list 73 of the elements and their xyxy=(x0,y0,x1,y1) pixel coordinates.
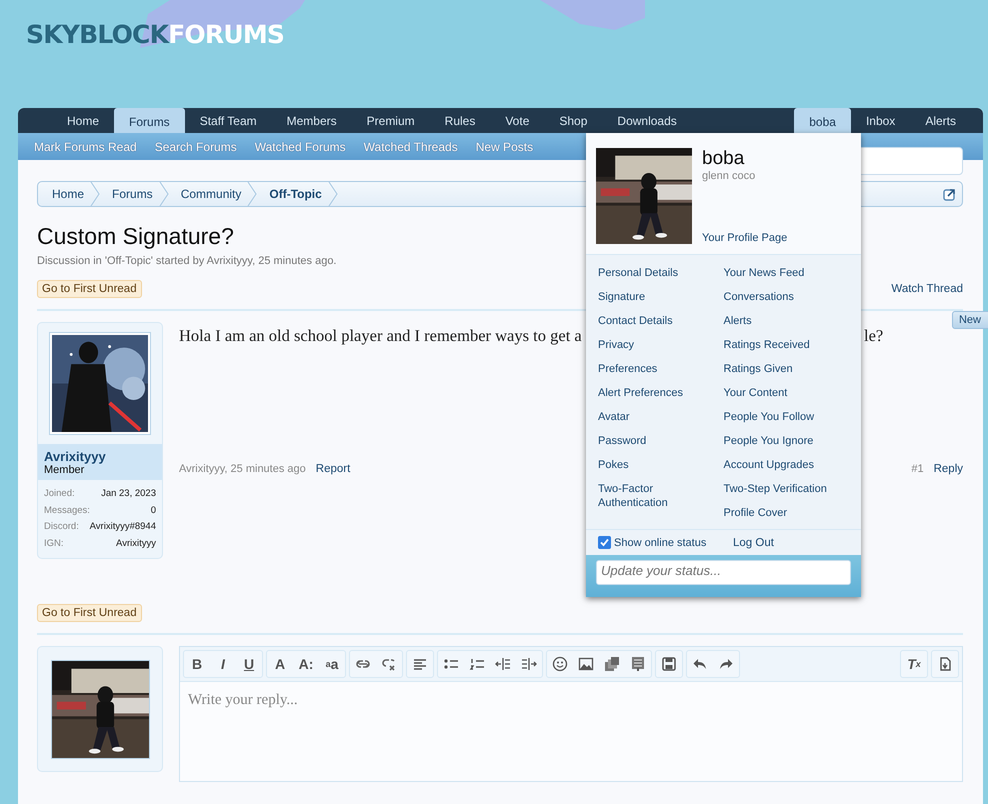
online-checkbox[interactable] xyxy=(598,536,611,549)
menu-link[interactable]: Alerts xyxy=(724,309,849,333)
menu-link[interactable]: Profile Cover xyxy=(724,501,849,525)
nav-tab[interactable]: Staff Team xyxy=(184,108,272,133)
menu-link[interactable]: Ratings Given xyxy=(724,357,849,381)
menu-link[interactable]: Two-Step Verification xyxy=(724,477,849,501)
popup-icon[interactable] xyxy=(943,188,956,200)
username-link[interactable]: Avrixityyy xyxy=(44,449,156,464)
nav-tab[interactable]: boba xyxy=(794,108,851,133)
format-button[interactable]: I xyxy=(210,651,236,677)
stat-label: Joined: xyxy=(44,487,75,501)
menu-link[interactable]: Avatar xyxy=(598,405,698,429)
menu-link[interactable]: People You Follow xyxy=(724,405,849,429)
breadcrumb-link[interactable]: Home xyxy=(42,182,102,206)
menu-link[interactable]: Contact Details xyxy=(598,309,698,333)
menu-link[interactable]: Privacy xyxy=(598,333,698,357)
stat-value: Avrixityyy#8944 xyxy=(90,520,156,534)
stat-label: IGN: xyxy=(44,536,64,550)
menu-link[interactable]: Your News Feed xyxy=(724,261,849,285)
first-unread-button[interactable]: Go to First Unread xyxy=(37,280,142,298)
nav-tab[interactable]: Home xyxy=(52,108,114,133)
menu-link[interactable]: Signature xyxy=(598,285,698,309)
checkbox-label: Show online status xyxy=(614,536,706,548)
status-field[interactable]: Update your status... xyxy=(596,560,851,585)
format-button[interactable]: A: xyxy=(293,651,319,677)
account-name: boba xyxy=(702,148,746,170)
account-title: glenn coco xyxy=(702,170,756,182)
nav-tab[interactable]: Forums xyxy=(114,108,185,133)
nav-tab[interactable]: Shop xyxy=(544,108,602,133)
nav-tab[interactable]: Members xyxy=(272,108,352,133)
user-role: Member xyxy=(44,464,86,476)
post-text: le? xyxy=(864,326,884,346)
format-button[interactable]: U xyxy=(236,651,262,677)
reply-link[interactable]: Reply xyxy=(934,463,963,475)
menu-link[interactable]: Two-Factor Authentication xyxy=(598,477,698,515)
report-link[interactable]: Report xyxy=(316,463,350,475)
breadcrumb-link[interactable]: Community xyxy=(170,182,260,206)
nav-tab[interactable]: Rules xyxy=(430,108,490,133)
breadcrumb-link[interactable]: Off-Topic xyxy=(259,182,340,206)
breadcrumb-link[interactable]: Forums xyxy=(102,182,171,206)
nav-tab[interactable]: Inbox xyxy=(850,108,910,133)
menu-link[interactable]: Account Upgrades xyxy=(724,453,849,477)
site-logo[interactable]: SKYBLOCKFORUMS xyxy=(26,20,284,49)
menu-link[interactable]: Ratings Received xyxy=(724,333,849,357)
menu-link[interactable]: Password xyxy=(598,429,698,453)
menu-link[interactable]: Personal Details xyxy=(598,261,698,285)
stat-value: 0 xyxy=(150,504,156,518)
format-button[interactable]: $^{a}$a xyxy=(319,651,345,677)
post-author-time: Avrixityyy, 25 minutes ago xyxy=(179,463,306,475)
format-button[interactable]: B xyxy=(184,651,210,677)
stat-value: Avrixityyy xyxy=(116,536,156,550)
nav-tab[interactable]: Downloads xyxy=(602,108,692,133)
menu-link[interactable]: Alert Preferences xyxy=(598,381,698,405)
stat-label: Discord: xyxy=(44,520,79,534)
format-button[interactable]: A xyxy=(267,651,293,677)
new-badge: New xyxy=(952,311,988,329)
thread-title: Custom Signature? xyxy=(37,223,234,250)
nav-tab[interactable]: Vote xyxy=(490,108,544,133)
watch-thread-link[interactable]: Watch Thread xyxy=(891,283,963,295)
logout-link[interactable]: Log Out xyxy=(733,536,774,548)
first-unread-button[interactable]: Go to First Unread xyxy=(37,604,142,622)
nav-tab[interactable]: Alerts xyxy=(910,108,971,133)
stat-label: Messages: xyxy=(44,504,90,518)
menu-link[interactable]: Your Content xyxy=(724,381,849,405)
menu-link[interactable]: Conversations xyxy=(724,285,849,309)
post-text: Hola I am an old school player and I remember ways to get a xyxy=(179,326,583,346)
menu-link[interactable]: Pokes xyxy=(598,453,698,477)
thread-meta: Discussion in 'Off-Topic' started by Avrixityyy, 25 minutes ago. xyxy=(37,255,338,267)
menu-link[interactable]: People You Ignore xyxy=(724,429,849,453)
profile-page-link[interactable]: Your Profile Page xyxy=(702,232,788,244)
menu-link[interactable]: Preferences xyxy=(598,357,698,381)
nav-tab[interactable]: Premium xyxy=(352,108,430,133)
stat-value: Jan 23, 2023 xyxy=(101,487,156,501)
